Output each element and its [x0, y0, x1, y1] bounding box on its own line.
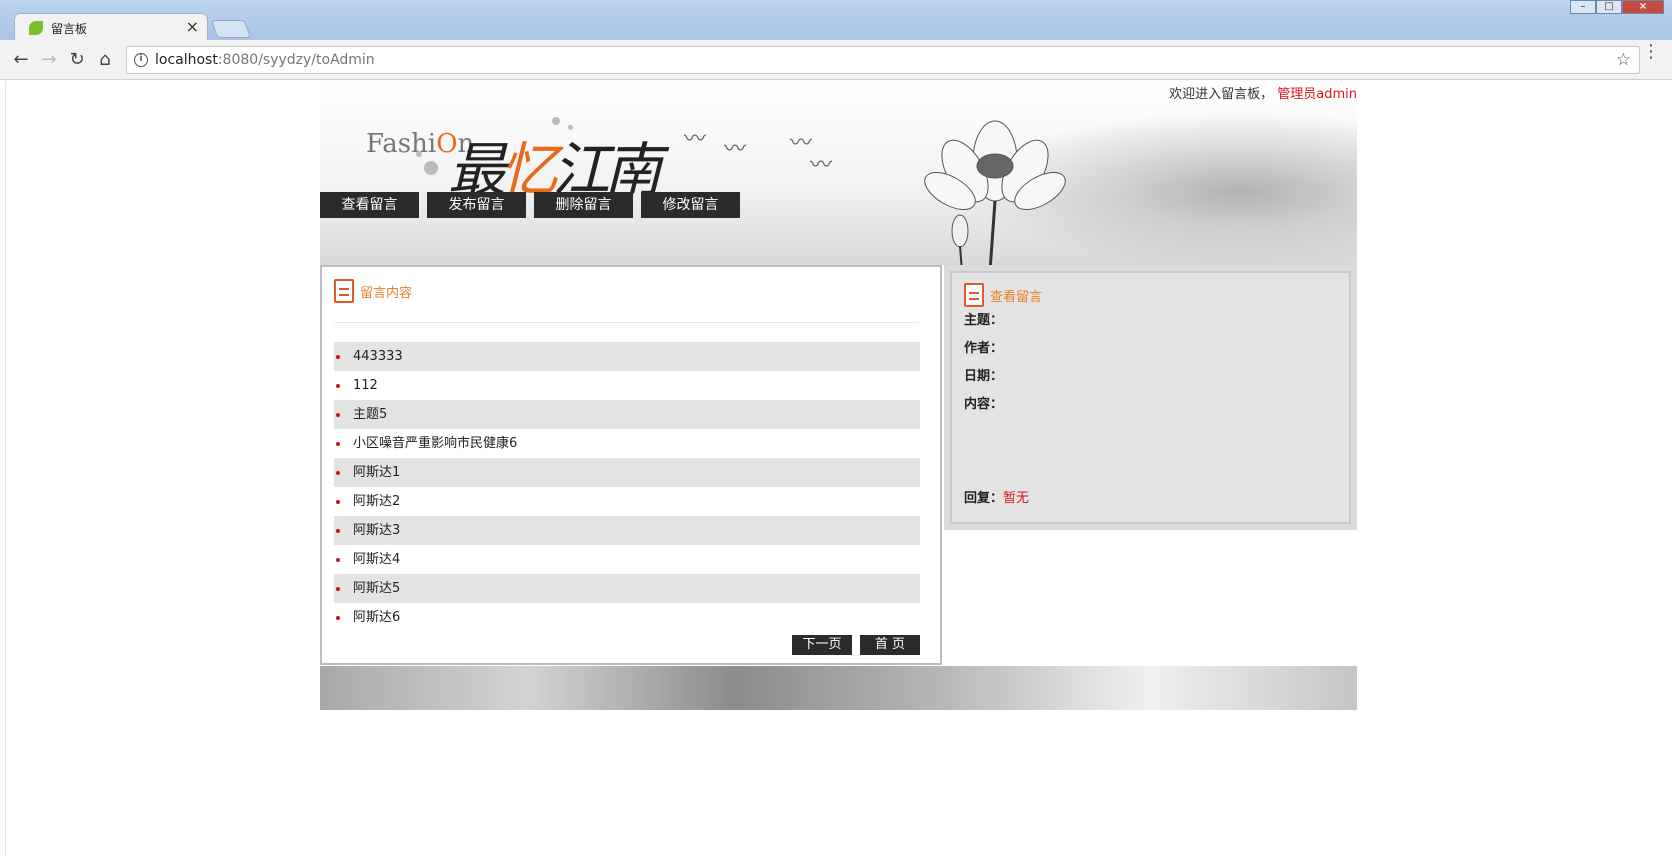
bird-icon: 〰	[724, 137, 747, 162]
message-detail-box: 查看留言 主题： 作者： 日期： 内容： 回复：暂无	[950, 271, 1351, 524]
first-page-button[interactable]: 首 页	[860, 635, 920, 655]
list-item[interactable]: 主题5	[334, 400, 920, 429]
new-tab-button[interactable]	[210, 20, 252, 38]
home-icon[interactable]: ⌂	[94, 50, 116, 72]
nav-delete-message[interactable]: 删除留言	[534, 192, 633, 218]
welcome-text: 欢迎进入留言板，	[1169, 87, 1274, 102]
subject-label: 主题：	[964, 313, 1004, 328]
minimize-button[interactable]: –	[1570, 0, 1596, 14]
content-label: 内容：	[964, 397, 1004, 412]
bird-icon: 〰	[790, 131, 813, 156]
message-list-title: 留言内容	[334, 279, 412, 303]
list-item[interactable]: 阿斯达6	[334, 603, 920, 632]
forward-arrow-icon[interactable]: →	[38, 50, 60, 72]
document-icon	[334, 279, 354, 303]
author-label: 作者：	[964, 341, 1004, 356]
list-item[interactable]: 阿斯达5	[334, 574, 920, 603]
content-area: 留言内容 443333 112 主题5 小区噪音严重影响市民健康6 阿斯达1 阿…	[320, 265, 1357, 665]
browser-tab[interactable]: 留言板 ×	[14, 13, 208, 41]
url-text: localhost:8080/syydzy/toAdmin	[155, 52, 375, 68]
list-item[interactable]: 阿斯达1	[334, 458, 920, 487]
nav-post-message[interactable]: 发布留言	[427, 192, 526, 218]
back-arrow-icon[interactable]: ←	[10, 50, 32, 72]
main-nav: 查看留言 发布留言 删除留言 修改留言	[320, 192, 740, 218]
reply-value: 暂无	[1003, 491, 1030, 506]
reply-field: 回复：暂无	[964, 491, 1030, 506]
message-detail-panel: 查看留言 主题： 作者： 日期： 内容： 回复：暂无	[944, 265, 1357, 530]
message-list: 443333 112 主题5 小区噪音严重影响市民健康6 阿斯达1 阿斯达2 阿…	[334, 342, 920, 632]
browser-tabstrip: 留言板 × – □ ×	[0, 0, 1672, 41]
message-list-panel: 留言内容 443333 112 主题5 小区噪音严重影响市民健康6 阿斯达1 阿…	[320, 265, 942, 665]
next-page-button[interactable]: 下一页	[792, 635, 852, 655]
browser-menu-icon[interactable]: ⋮	[1642, 43, 1660, 61]
ink-wash-footer	[320, 666, 1357, 710]
window-controls: – □ ×	[1570, 0, 1664, 14]
bookmark-star-icon[interactable]: ☆	[1616, 50, 1631, 70]
browser-toolbar: ← → ↻ ⌂ i localhost:8080/syydzy/toAdmin …	[0, 40, 1672, 80]
tab-title: 留言板	[51, 22, 88, 36]
divider	[334, 322, 919, 323]
welcome-bar: 欢迎进入留言板， 管理员admin	[1169, 83, 1357, 102]
nav-view-messages[interactable]: 查看留言	[320, 192, 419, 218]
list-item[interactable]: 阿斯达2	[334, 487, 920, 516]
list-item[interactable]: 阿斯达3	[334, 516, 920, 545]
reload-icon[interactable]: ↻	[66, 50, 88, 72]
maximize-button[interactable]: □	[1596, 0, 1622, 14]
close-tab-icon[interactable]: ×	[186, 17, 199, 36]
date-label: 日期：	[964, 369, 1004, 384]
address-bar[interactable]: i localhost:8080/syydzy/toAdmin ☆	[126, 46, 1640, 74]
leaf-favicon-icon	[29, 21, 43, 35]
lotus-illustration	[924, 120, 1066, 265]
admin-name[interactable]: 管理员admin	[1277, 87, 1357, 102]
list-item[interactable]: 阿斯达4	[334, 545, 920, 574]
list-item[interactable]: 443333	[334, 342, 920, 371]
nav-edit-message[interactable]: 修改留言	[641, 192, 740, 218]
list-item[interactable]: 小区噪音严重影响市民健康6	[334, 429, 920, 458]
bird-icon: 〰	[810, 153, 833, 178]
list-item[interactable]: 112	[334, 371, 920, 400]
site-header: 欢迎进入留言板， 管理员admin FashiOn 最忆江南 〰 〰 〰 〰 查…	[320, 81, 1357, 265]
window-close-button[interactable]: ×	[1622, 0, 1664, 14]
page-container: 欢迎进入留言板， 管理员admin FashiOn 最忆江南 〰 〰 〰 〰 查…	[320, 81, 1357, 710]
pagination: 下一页 首 页	[792, 635, 920, 655]
document-icon	[964, 283, 984, 307]
bird-icon: 〰	[684, 127, 707, 152]
info-icon[interactable]: i	[134, 53, 148, 67]
message-detail-title: 查看留言	[964, 283, 1042, 307]
page-viewport: 欢迎进入留言板， 管理员admin FashiOn 最忆江南 〰 〰 〰 〰 查…	[5, 81, 1672, 856]
